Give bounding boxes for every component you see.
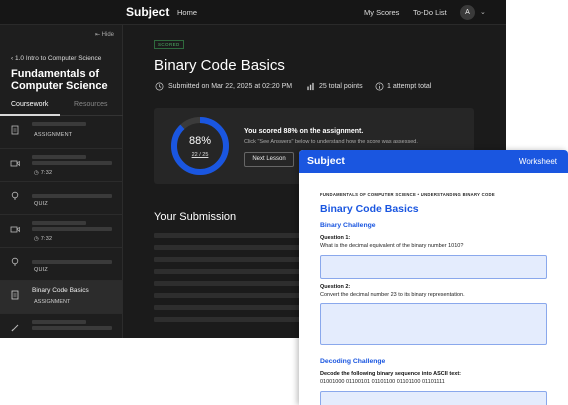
nav-todo-link[interactable]: To-Do List [413,8,447,17]
video-duration: ◷ 7:32 [34,236,53,242]
sidebar-item-quiz[interactable]: QUIZ [0,248,123,281]
worksheet-panel: Subject Worksheet FUNDAMENTALS OF COMPUT… [299,150,568,405]
brand-logo[interactable]: Subject [126,5,169,19]
video-duration: ◷ 7:32 [34,170,53,176]
chevron-left-icon: ‹ [11,55,14,62]
document-icon [11,290,19,300]
score-percent: 88% [188,135,212,147]
submitted-timestamp: Submitted on Mar 22, 2025 at 02:20 PM [168,83,293,90]
chevron-down-icon[interactable]: ⌄ [480,8,486,16]
video-icon [10,226,20,233]
bar-chart-icon [307,82,314,91]
user-avatar[interactable]: A [460,5,475,20]
item-type-label: ASSIGNMENT [34,132,73,138]
placeholder-line [154,305,304,310]
placeholder-bar [32,194,112,198]
score-fraction[interactable]: 22 / 25 [168,152,232,158]
answer-field-decode[interactable] [320,391,547,405]
page-title: Binary Code Basics [154,57,285,74]
nav-my-scores-link[interactable]: My Scores [364,8,399,17]
sidebar-tabs: Coursework Resources [0,100,123,116]
hide-sidebar-button[interactable]: ⇤ Hide [95,31,114,38]
placeholder-line [154,317,304,322]
placeholder-bar [32,260,112,264]
placeholder-line [154,245,304,250]
video-icon [10,160,20,167]
pencil-icon [11,324,19,332]
lightbulb-icon [11,191,19,200]
item-type-label: QUIZ [34,201,48,207]
question-label: Question 1: [320,235,351,241]
collapse-icon: ⇤ [94,32,100,38]
worksheet-title: Binary Code Basics [320,203,419,215]
back-link[interactable]: ‹ 1.0 Intro to Computer Science [11,55,101,62]
scored-status-badge: SCORED [154,40,184,49]
placeholder-line [154,233,304,238]
worksheet-label: Worksheet [518,157,557,166]
placeholder-bar [32,161,112,165]
answer-field-q2[interactable] [320,303,547,345]
sidebar-item-title: Binary Code Basics [32,287,89,294]
item-type-label: QUIZ [34,267,48,273]
tab-coursework[interactable]: Coursework [11,101,48,108]
tab-resources[interactable]: Resources [74,101,107,108]
sidebar-item-quiz[interactable]: QUIZ [0,182,123,215]
answer-field-q1[interactable] [320,255,547,279]
question-label: Question 2: [320,284,351,290]
binary-sequence: 01001000 01100101 01101100 01101100 0110… [320,379,445,385]
nav-home-link[interactable]: Home [177,8,197,17]
placeholder-bar [32,227,112,231]
question-text: What is the decimal equivalent of the bi… [320,243,464,249]
sidebar-item-video[interactable]: ◷ 7:32 [0,215,123,248]
question-text: Convert the decimal number 23 to its bin… [320,292,465,298]
total-points: 25 total points [319,83,363,90]
placeholder-bar [32,221,86,225]
document-icon [11,125,19,135]
score-message: You scored 88% on the assignment. [244,128,364,135]
placeholder-line [154,257,304,262]
score-subtext: Click "See Answers" below to understand … [244,139,418,145]
duration-text: 7:32 [40,170,53,176]
submission-heading: Your Submission [154,211,237,223]
duration-text: 7:32 [40,236,53,242]
back-link-label: 1.0 Intro to Computer Science [14,55,102,62]
section-heading: Binary Challenge [320,222,376,229]
sidebar-item-video[interactable]: ◷ 7:32 [0,149,123,182]
info-icon [375,82,384,91]
sidebar-item-assignment[interactable]: ASSIGNMENT [0,116,123,149]
sidebar-item-exercise[interactable] [0,314,123,338]
placeholder-line [154,293,304,298]
hide-label: Hide [101,32,114,38]
worksheet-breadcrumb: FUNDAMENTALS OF COMPUTER SCIENCE • UNDER… [320,192,495,197]
placeholder-line [154,281,304,286]
placeholder-bar [32,320,86,324]
lightbulb-icon [11,257,19,266]
attempt-count: 1 attempt total [387,83,432,90]
placeholder-bar [32,155,86,159]
placeholder-bar [32,122,86,126]
course-sidebar: ⇤ Hide ‹ 1.0 Intro to Computer Science F… [0,25,123,338]
clock-icon [155,82,164,91]
next-lesson-button[interactable]: Next Lesson [244,152,294,167]
section-heading: Decoding Challenge [320,358,386,365]
placeholder-bar [32,326,112,330]
top-navigation-bar: Subject Home My Scores To-Do List A ⌄ [0,0,506,25]
worksheet-header: Subject Worksheet [299,150,568,173]
sidebar-item-binary-code-basics[interactable]: Binary Code Basics ASSIGNMENT [0,281,123,314]
item-type-label: ASSIGNMENT [34,299,71,305]
course-title: Fundamentals of Computer Science [11,68,108,92]
placeholder-line [154,269,304,274]
question-label: Decode the following binary sequence int… [320,371,461,377]
worksheet-brand: Subject [307,155,345,167]
